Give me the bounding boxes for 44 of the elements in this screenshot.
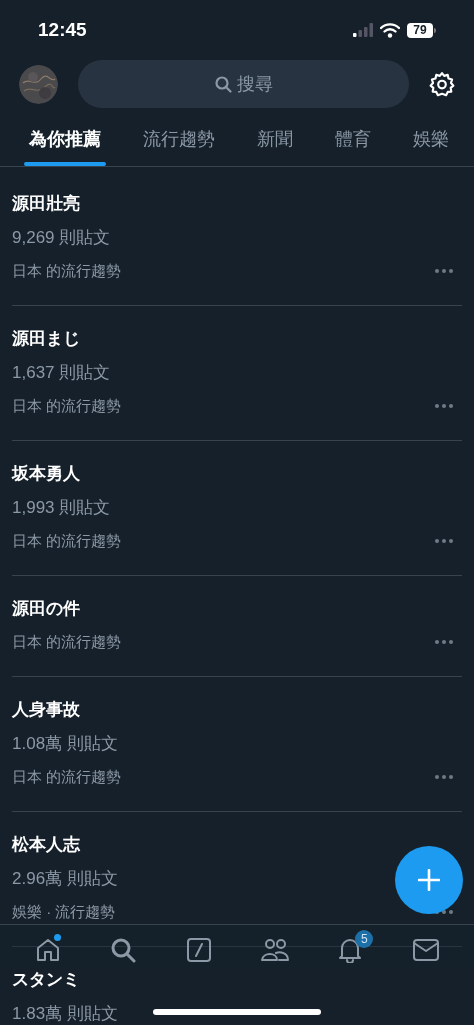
post-count: 1,637 則貼文 (12, 362, 111, 384)
post-count: 2.96萬 則貼文 (12, 868, 118, 890)
battery-icon: 79 (407, 22, 436, 38)
trend-context: 日本 的流行趨勢 (12, 531, 122, 551)
people-icon (259, 936, 290, 963)
more-icon[interactable] (434, 538, 454, 544)
plus-icon (418, 869, 440, 891)
search-icon (110, 936, 137, 963)
notification-badge: 5 (355, 929, 374, 948)
mail-icon (412, 937, 441, 962)
trend-title[interactable]: 松本人志 (12, 834, 80, 856)
more-icon[interactable] (434, 403, 454, 409)
trend-title[interactable]: スタンミ (12, 969, 80, 991)
trend-title[interactable]: 源田壯亮 (12, 193, 80, 215)
home-icon (34, 936, 61, 963)
more-icon[interactable] (434, 268, 454, 274)
trend-context: 日本 的流行趨勢 (12, 767, 122, 787)
signal-icon (353, 23, 373, 37)
trend-title[interactable]: 人身事故 (12, 699, 80, 721)
post-count: 1.83萬 則貼文 (12, 1003, 118, 1025)
settings-icon[interactable] (429, 71, 455, 97)
more-icon[interactable] (434, 639, 454, 645)
status-time: 12:45 (38, 17, 87, 42)
tab[interactable]: 為你推薦 (8, 112, 122, 166)
tab[interactable]: 體育 (314, 112, 392, 166)
tab[interactable]: 流行趨勢 (122, 112, 236, 166)
wifi-icon (380, 22, 400, 38)
trend-title[interactable]: 源田の件 (12, 598, 80, 620)
trend-context: 日本 的流行趨勢 (12, 632, 122, 652)
more-icon[interactable] (434, 774, 454, 780)
slash-square-icon (186, 936, 213, 963)
tab[interactable]: 新聞 (236, 112, 314, 166)
post-count: 9,269 則貼文 (12, 227, 111, 249)
trend-title[interactable]: 源田まじ (12, 328, 80, 350)
post-count: 1,993 則貼文 (12, 497, 111, 519)
tab[interactable]: 娛樂 (392, 112, 470, 166)
trend-context: 日本 的流行趨勢 (12, 261, 122, 281)
trend-context: 娛樂 · 流行趨勢 (12, 902, 116, 922)
trend-context: 日本 的流行趨勢 (12, 396, 122, 416)
post-count: 1.08萬 則貼文 (12, 733, 118, 755)
search-icon (214, 76, 232, 93)
trend-title[interactable]: 坂本勇人 (12, 463, 80, 485)
nav-tab[interactable]: 5 (325, 931, 376, 968)
search-field[interactable]: 搜尋 (78, 60, 409, 108)
